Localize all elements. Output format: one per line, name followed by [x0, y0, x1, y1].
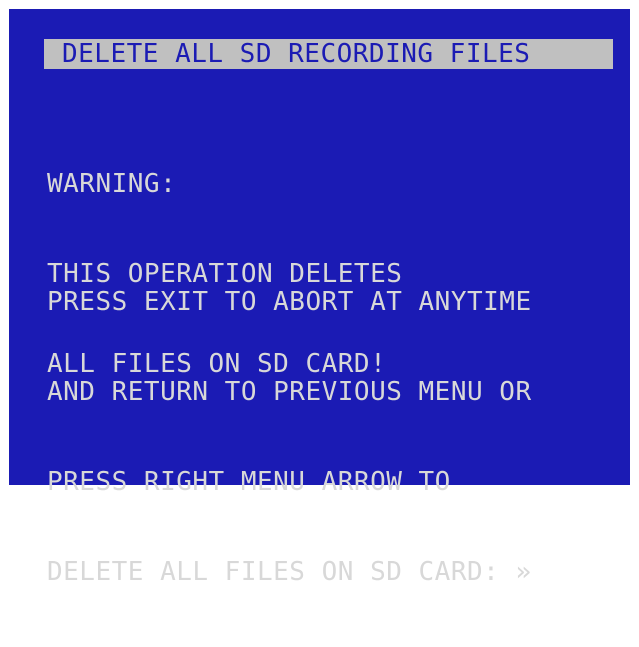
delete-all-files-option[interactable]: DELETE ALL FILES ON SD CARD: »: [47, 557, 532, 587]
instruction-line-1: PRESS EXIT TO ABORT AT ANYTIME: [47, 287, 532, 317]
osd-screen: DELETE ALL SD RECORDING FILES WARNING: T…: [0, 0, 639, 587]
instruction-line-2: AND RETURN TO PREVIOUS MENU OR: [47, 377, 532, 407]
warning-line-1: WARNING:: [47, 169, 177, 199]
menu-title: DELETE ALL SD RECORDING FILES: [44, 39, 613, 69]
instruction-line-3: PRESS RIGHT MENU ARROW TO: [47, 467, 451, 497]
instruction-message: PRESS EXIT TO ABORT AT ANYTIME AND RETUR…: [47, 227, 532, 647]
